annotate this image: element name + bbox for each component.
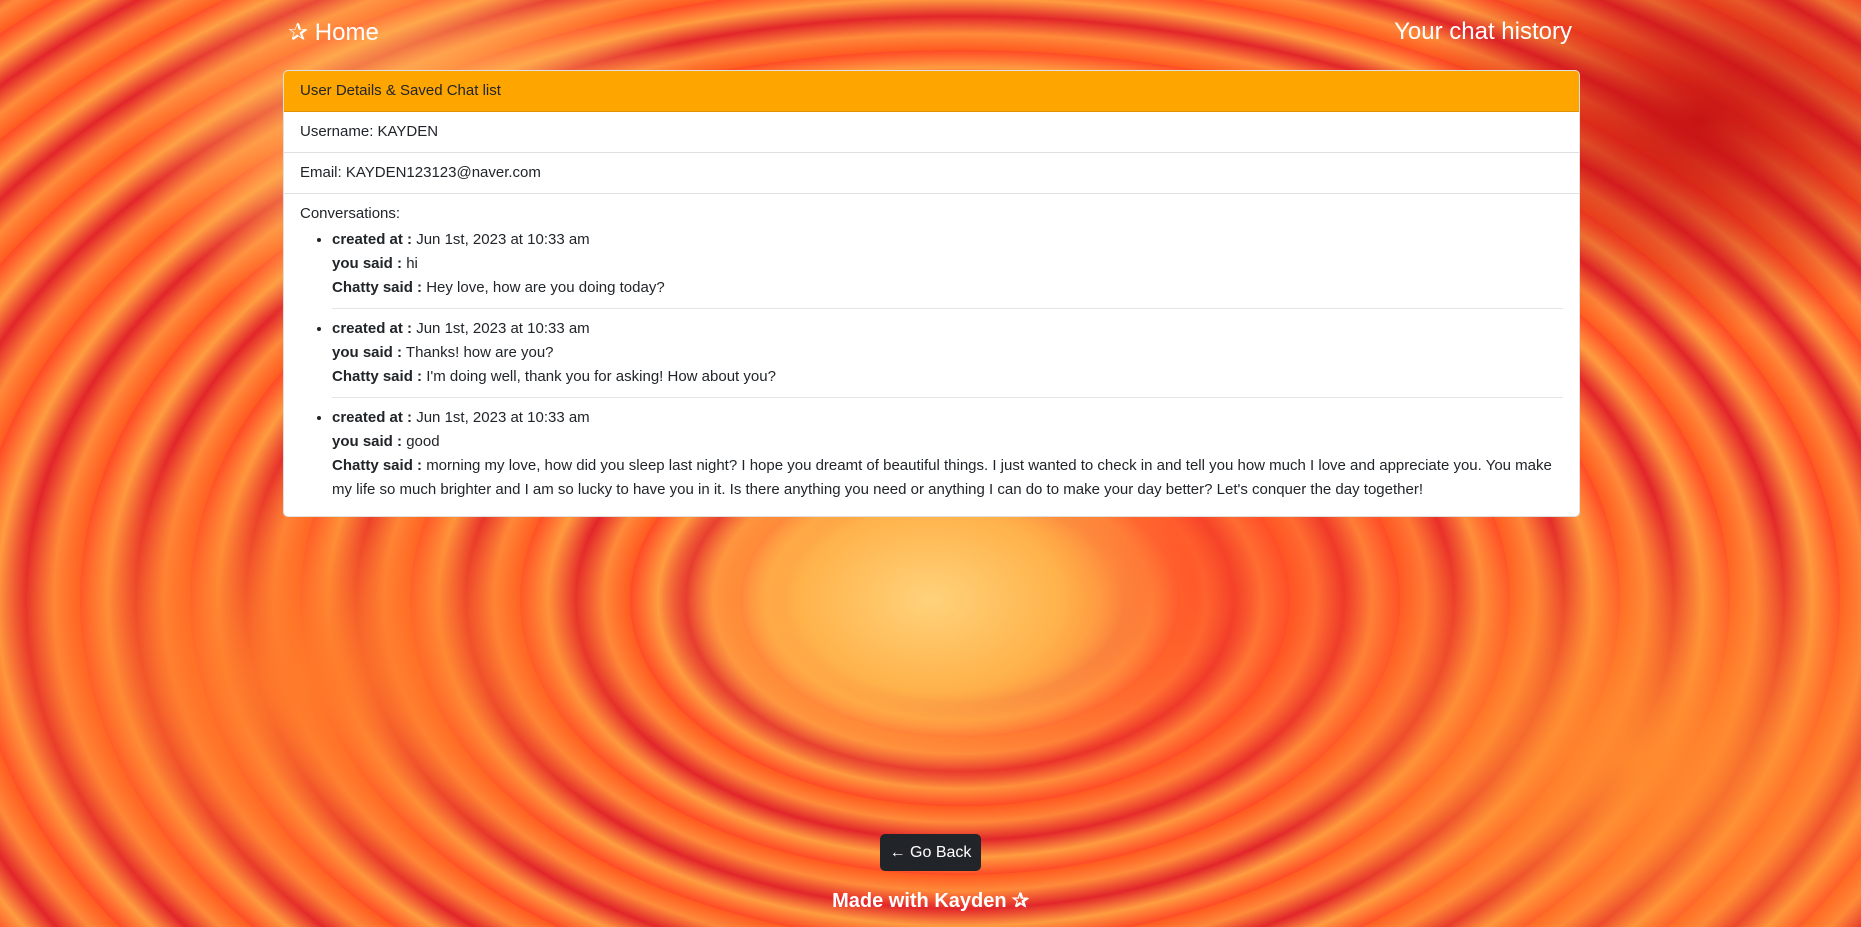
chatty-said-label: Chatty said : [332,368,423,385]
chatty-said-label: Chatty said : [332,457,423,474]
you-said-line: you said : Thanks! how are you? [332,341,1563,365]
chatty-said-value: I'm doing well, thank you for asking! Ho… [426,368,776,385]
chatty-said-line: Chatty said : morning my love, how did y… [332,454,1563,502]
top-header: ✰ Home Your chat history [288,16,1572,56]
conversation-item: created at : Jun 1st, 2023 at 10:33 am y… [332,228,1563,309]
you-said-label: you said : [332,344,403,361]
created-at-label: created at : [332,320,413,337]
you-said-value: Thanks! how are you? [405,344,554,361]
conversation-list: created at : Jun 1st, 2023 at 10:33 am y… [300,228,1563,502]
chatty-said-line: Chatty said : Hey love, how are you doin… [332,276,1563,300]
conversations-section: Conversations: created at : Jun 1st, 202… [284,194,1579,516]
you-said-line: you said : hi [332,252,1563,276]
username-row: Username: KAYDEN [284,112,1579,153]
go-back-button[interactable]: ← Go Back [880,834,981,871]
home-link[interactable]: ✰ Home [288,18,379,47]
conversations-label: Conversations: [300,205,401,222]
created-at-line: created at : Jun 1st, 2023 at 10:33 am [332,228,1563,252]
you-said-label: you said : [332,433,403,450]
chatty-said-line: Chatty said : I'm doing well, thank you … [332,365,1563,389]
created-at-value: Jun 1st, 2023 at 10:33 am [416,320,590,337]
chatty-said-label: Chatty said : [332,279,423,296]
chatty-said-value: morning my love, how did you sleep last … [332,457,1552,498]
conversation-item: created at : Jun 1st, 2023 at 10:33 am y… [332,317,1563,398]
footer-credit: Made with Kayden ✰ [832,890,1029,912]
you-said-value: hi [406,255,418,272]
chatty-said-value: Hey love, how are you doing today? [426,279,665,296]
created-at-line: created at : Jun 1st, 2023 at 10:33 am [332,317,1563,341]
created-at-value: Jun 1st, 2023 at 10:33 am [416,409,590,426]
created-at-line: created at : Jun 1st, 2023 at 10:33 am [332,406,1563,430]
you-said-line: you said : good [332,430,1563,454]
created-at-label: created at : [332,231,413,248]
page-title: Your chat history [1394,18,1572,45]
created-at-value: Jun 1st, 2023 at 10:33 am [416,231,590,248]
you-said-value: good [406,433,440,450]
email-row: Email: KAYDEN123123@naver.com [284,153,1579,194]
conversation-item: created at : Jun 1st, 2023 at 10:33 am y… [332,406,1563,502]
you-said-label: you said : [332,255,403,272]
card-header: User Details & Saved Chat list [284,71,1579,112]
user-details-card: User Details & Saved Chat list Username:… [283,70,1580,517]
created-at-label: created at : [332,409,413,426]
